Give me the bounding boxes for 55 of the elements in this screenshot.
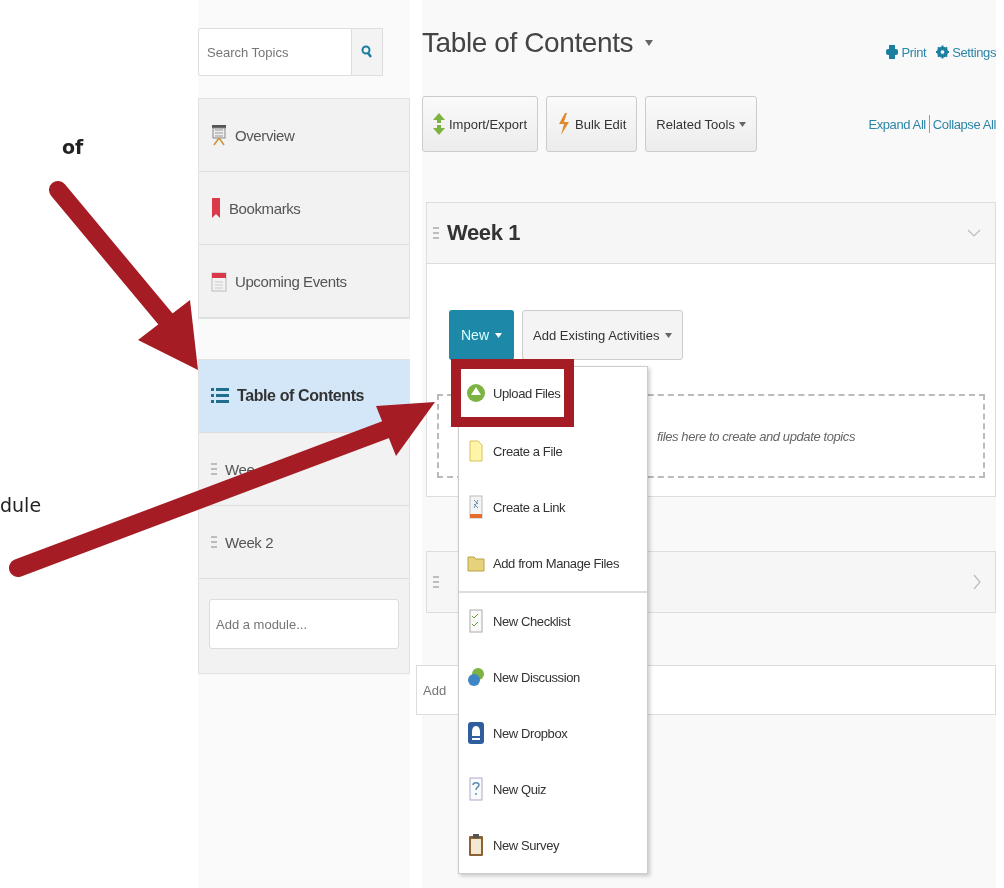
sidebar-item[interactable]: Table of Contents [199,360,409,433]
toolbar-button[interactable]: Bulk Edit [546,96,638,152]
dropbox-icon [468,722,484,744]
caret-icon [665,332,673,338]
lightning-icon [557,113,572,135]
menu-item[interactable]: Add from Manage Files [459,535,647,591]
up-down-arrows-icon [433,113,445,135]
drag-handle-icon [211,535,217,549]
caret-icon[interactable] [645,40,654,46]
caret-icon [495,332,502,338]
sidebar-item[interactable]: Overview [199,99,409,172]
link-icon [469,495,483,519]
menu-item[interactable]: Create a Link [459,479,647,535]
toolbar-button[interactable]: Related Tools [645,96,757,152]
folder-icon [467,554,485,572]
speech-bubbles-icon [467,667,485,687]
file-icon [469,440,483,462]
drag-handle-icon [433,226,439,240]
new-button[interactable]: New [449,310,514,360]
clipboard-icon [468,833,484,857]
calendar-icon [211,270,227,292]
checklist-icon [469,609,483,633]
sidebar-item[interactable]: Bookmarks [199,172,409,245]
caret-icon [738,121,746,127]
drag-handle-icon [211,462,217,476]
chevron-right-icon[interactable] [973,574,981,590]
chevron-down-icon[interactable] [967,229,981,237]
header-link[interactable]: Settings [936,44,996,60]
annotation-text: dule [0,494,42,516]
module-title: Week 1 [447,220,521,246]
sidebar-item[interactable]: Upcoming Events [199,245,409,318]
add-module-field[interactable]: Add a module... [209,599,399,649]
header-link[interactable]: Print [886,44,927,60]
page-title: Table of Contents [422,27,634,59]
bookmark-icon [211,197,221,219]
easel-icon [211,124,227,146]
drop-zone-text: files here to create and update topics [657,428,855,444]
menu-item[interactable]: New Quiz [459,761,647,817]
search-icon [361,45,373,59]
expand-all-link[interactable]: Expand All [868,116,926,132]
upload-icon [466,382,486,404]
sidebar-item[interactable]: Week 2 [199,506,409,579]
question-mark-icon [469,777,483,801]
annotation-text: of [62,136,84,158]
settings-icon [936,45,950,59]
list-icon [211,387,229,405]
search-button[interactable] [352,28,383,76]
drag-handle-icon [433,575,439,589]
menu-item[interactable]: Create a File [459,423,647,479]
menu-item[interactable]: New Checklist [459,593,647,649]
add-existing-button[interactable]: Add Existing Activities [522,310,684,360]
search-field[interactable]: Search Topics [198,28,352,76]
menu-item[interactable]: New Survey [459,817,647,873]
collapse-all-link[interactable]: Collapse All [932,116,996,132]
toolbar-button[interactable]: Import/Export [422,96,539,152]
